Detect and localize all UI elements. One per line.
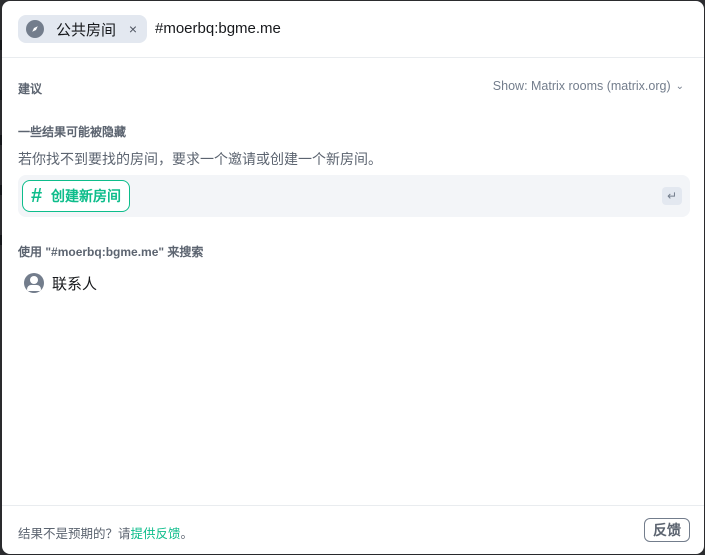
feedback-prompt-suffix: 。 — [180, 527, 194, 541]
chevron-down-icon: ⌄ — [675, 80, 684, 92]
search-people-option[interactable]: 联系人 — [18, 269, 97, 297]
remove-filter-close-icon[interactable]: × — [126, 21, 140, 37]
filter-pill-label: 公共房间 — [56, 21, 117, 39]
enter-key-icon: ↵ — [662, 187, 682, 205]
server-scope-dropdown[interactable]: Show: Matrix rooms (matrix.org) ⌄ — [493, 79, 684, 93]
search-bar: 公共房间 × #moerbq:bgme.me — [2, 1, 704, 58]
search-input[interactable]: #moerbq:bgme.me — [155, 20, 281, 37]
create-new-room-button[interactable]: # 创建新房间 — [22, 180, 130, 212]
people-option-label: 联系人 — [52, 275, 98, 293]
feedback-prompt-text: 结果不是预期的？请 — [18, 527, 131, 541]
hidden-results-hint: 若你找不到要找的房间，要求一个邀请或创建一个新房间。 — [18, 151, 382, 167]
hidden-results-heading: 一些结果可能被隐藏 — [18, 125, 127, 139]
server-scope-label: Show: Matrix rooms (matrix.org) — [492, 79, 671, 93]
hash-icon: # — [31, 184, 43, 207]
feedback-prompt: 结果不是预期的？请提供反馈。 — [18, 523, 193, 542]
suggestions-heading: 建议 — [18, 82, 43, 96]
compass-icon — [26, 20, 44, 38]
person-icon — [24, 273, 44, 293]
search-with-heading: 使用 "#moerbq:bgme.me" 来搜索 — [18, 245, 204, 259]
create-room-result-row[interactable]: # 创建新房间 ↵ — [18, 175, 690, 217]
feedback-button[interactable]: 反馈 — [644, 518, 690, 542]
create-room-label: 创建新房间 — [51, 188, 121, 204]
dialog-footer: 结果不是预期的？请提供反馈。 反馈 — [2, 505, 704, 554]
public-rooms-filter-pill: 公共房间 × — [18, 15, 147, 43]
feedback-link[interactable]: 提供反馈 — [131, 527, 181, 541]
spotlight-search-dialog: 公共房间 × #moerbq:bgme.me 建议 Show: Matrix r… — [2, 1, 704, 554]
